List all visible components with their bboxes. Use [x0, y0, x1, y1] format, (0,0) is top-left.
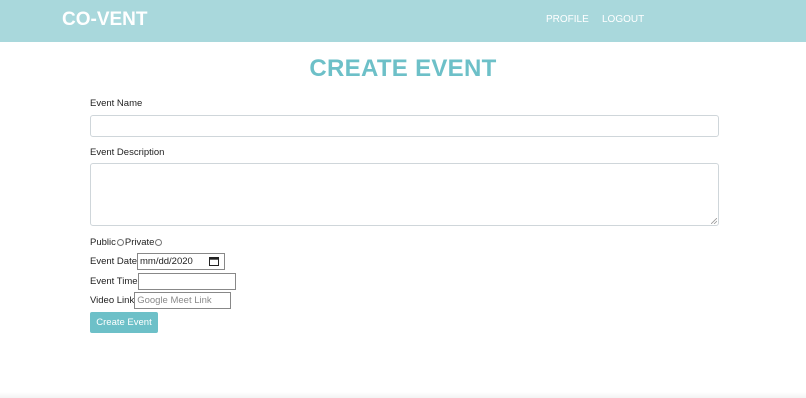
resize-grip-icon[interactable] — [711, 218, 717, 224]
private-label: Private — [124, 236, 155, 248]
event-date-label: Event Date — [90, 255, 137, 267]
private-radio[interactable] — [155, 238, 163, 246]
event-description-textarea[interactable] — [90, 163, 719, 226]
video-link-input[interactable]: Google Meet Link — [134, 291, 232, 309]
video-link-placeholder: Google Meet Link — [137, 294, 212, 306]
public-radio[interactable] — [116, 238, 124, 246]
event-time-input[interactable] — [137, 272, 236, 290]
navbar: CO-VENT PROFILE LOGOUT — [0, 0, 806, 42]
page-title: CREATE EVENT — [309, 55, 497, 82]
brand-logo[interactable]: CO-VENT — [62, 9, 148, 31]
event-date-input[interactable]: mm/dd/2020 — [137, 252, 225, 270]
event-name-input[interactable] — [90, 115, 719, 137]
event-date-row: Event Date mm/dd/2020 — [90, 252, 225, 270]
nav-logout-link[interactable]: LOGOUT — [602, 14, 644, 25]
event-description-label: Event Description — [90, 147, 165, 158]
public-label: Public — [90, 236, 116, 248]
footer-divider — [0, 392, 806, 398]
event-name-label: Event Name — [90, 98, 143, 109]
calendar-icon[interactable] — [209, 256, 219, 266]
nav-profile-link[interactable]: PROFILE — [546, 14, 589, 25]
event-time-label: Event Time — [90, 275, 138, 287]
video-link-label: Video Link — [90, 294, 135, 306]
create-event-button[interactable]: Create Event — [90, 312, 158, 333]
event-date-value: mm/dd/2020 — [140, 255, 193, 267]
event-time-row: Event Time — [90, 272, 236, 290]
video-link-row: Video Link Google Meet Link — [90, 291, 232, 309]
visibility-row: Public Private — [90, 233, 163, 251]
